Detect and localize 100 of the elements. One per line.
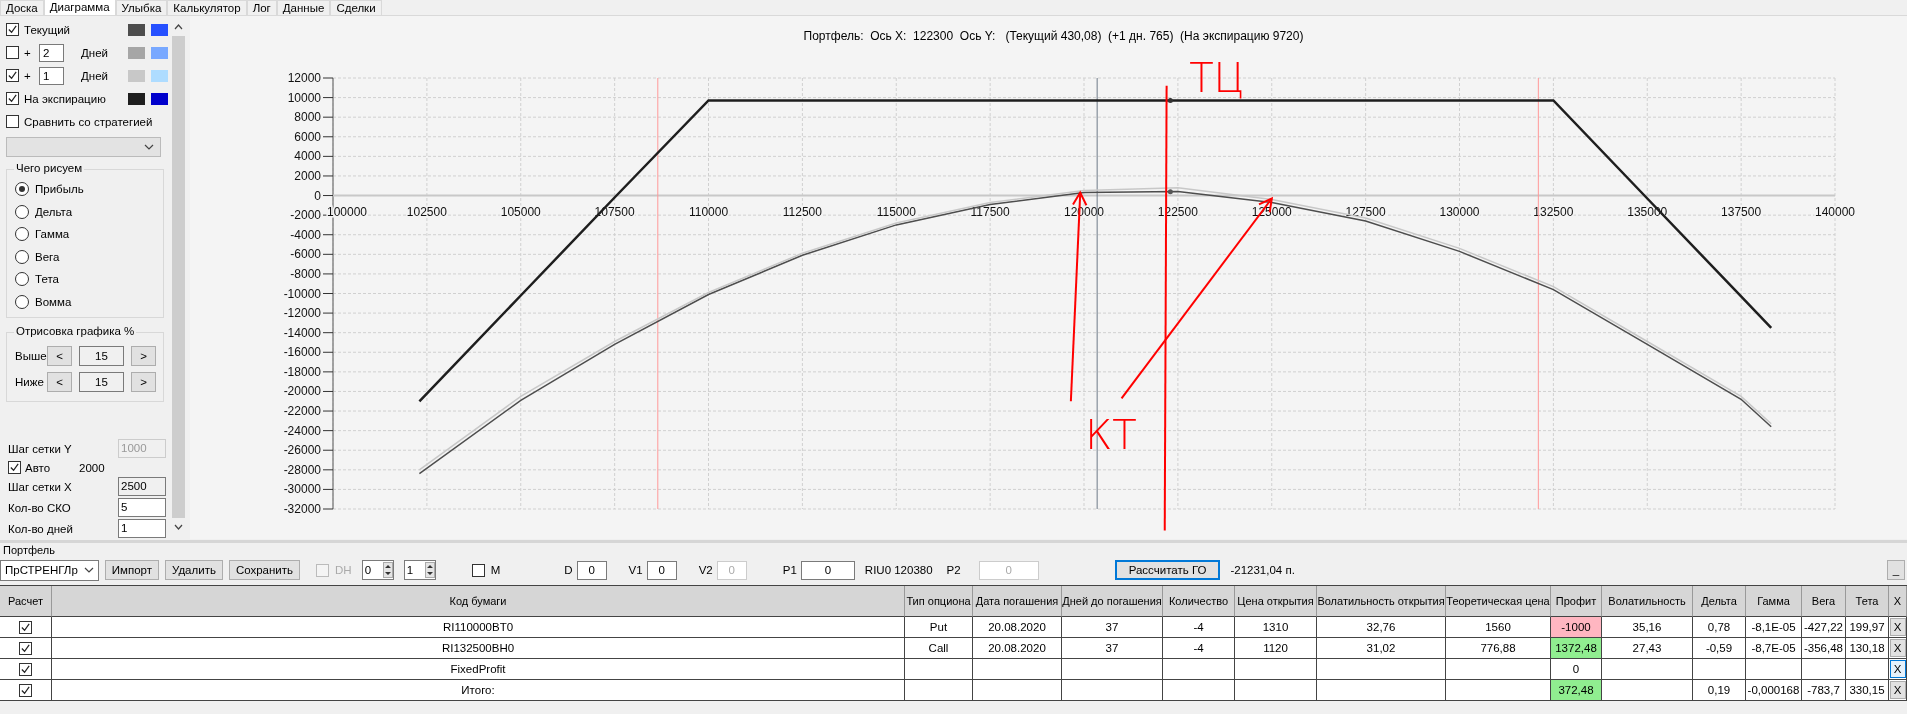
tab[interactable]: Доска xyxy=(0,0,44,15)
column-header[interactable]: Тета xyxy=(1846,586,1889,617)
table-cell xyxy=(1693,659,1746,680)
radio-button[interactable] xyxy=(15,294,29,309)
increase-button[interactable]: > xyxy=(131,346,156,366)
table-cell: 31,02 xyxy=(1317,638,1446,659)
days-field[interactable]: 2 xyxy=(39,43,64,62)
axis-label: 112500 xyxy=(782,204,822,219)
decrease-button[interactable]: < xyxy=(47,346,72,366)
number-spinner[interactable]: 0 xyxy=(361,560,394,580)
table-cell: -8,1E-05 xyxy=(1746,617,1802,638)
delete-button[interactable]: X xyxy=(1889,639,1906,657)
radio-button[interactable] xyxy=(15,204,29,219)
input-field[interactable]: 0 xyxy=(800,560,855,580)
axis-label: -2000 xyxy=(290,208,321,223)
toolbar-button[interactable]: Удалить xyxy=(165,560,223,580)
range-field[interactable]: 15 xyxy=(79,346,124,366)
table-cell: 372,48 xyxy=(1551,680,1602,701)
radio-button[interactable] xyxy=(15,227,29,242)
minimize-button[interactable]: _ xyxy=(1887,560,1905,580)
checkbox[interactable] xyxy=(6,115,19,128)
number-spinner[interactable]: 1 xyxy=(403,560,436,580)
tab[interactable]: Данные xyxy=(276,0,331,15)
column-header[interactable]: Волатильность открытия xyxy=(1317,586,1446,617)
column-header[interactable]: Дельта xyxy=(1693,586,1746,617)
color-swatch[interactable] xyxy=(151,92,168,105)
radio-label: Гамма xyxy=(35,228,70,241)
table-cell: 199,97 xyxy=(1846,617,1889,638)
checkbox[interactable] xyxy=(6,69,19,82)
column-header[interactable]: Код бумаги xyxy=(52,586,905,617)
chevron-down-icon[interactable] xyxy=(83,567,94,573)
tab[interactable]: Диаграмма xyxy=(43,0,116,15)
chevron-up-icon[interactable] xyxy=(173,24,183,30)
table-cell: -4 xyxy=(1163,638,1235,659)
radio-button[interactable] xyxy=(15,249,29,264)
increase-button[interactable]: > xyxy=(131,372,156,392)
color-swatch[interactable] xyxy=(151,69,168,82)
table-cell: 37 xyxy=(1062,638,1163,659)
range-field[interactable]: 15 xyxy=(79,372,124,392)
tab[interactable]: Улыбка xyxy=(115,0,168,15)
checkbox[interactable] xyxy=(19,662,32,676)
checkbox[interactable] xyxy=(6,23,19,36)
delete-button[interactable]: X xyxy=(1889,660,1906,678)
plus-sign: + xyxy=(24,46,32,59)
column-header[interactable]: Профит xyxy=(1551,586,1602,617)
decrease-button[interactable]: < xyxy=(47,372,72,392)
column-header[interactable]: Вега xyxy=(1802,586,1846,617)
color-swatch[interactable] xyxy=(128,69,145,82)
checkbox[interactable] xyxy=(19,641,32,655)
axis-label: 0 xyxy=(314,188,321,203)
delete-button[interactable]: X xyxy=(1889,618,1906,636)
checkbox[interactable] xyxy=(8,461,21,474)
column-header[interactable]: Гамма xyxy=(1746,586,1802,617)
axis-label: 132500 xyxy=(1533,204,1574,219)
table-cell: -783,7 xyxy=(1802,680,1846,701)
table-cell: 1310 xyxy=(1235,617,1317,638)
checkbox[interactable] xyxy=(471,563,485,577)
column-header[interactable]: Дней до погашения xyxy=(1062,586,1163,617)
color-swatch[interactable] xyxy=(128,23,145,36)
sko-field[interactable]: 5 xyxy=(118,498,166,517)
chevron-down-icon[interactable] xyxy=(173,524,183,530)
axis-label: 6000 xyxy=(294,129,321,144)
checkbox[interactable] xyxy=(6,46,19,59)
column-header[interactable]: Дата погашения xyxy=(973,586,1062,617)
column-header[interactable]: Количество xyxy=(1163,586,1235,617)
checkbox[interactable] xyxy=(19,620,32,634)
radio-button[interactable] xyxy=(15,182,29,197)
axis-label: 115000 xyxy=(876,204,916,219)
column-header[interactable]: Волатильность xyxy=(1602,586,1693,617)
input-field[interactable]: 0 xyxy=(646,560,677,580)
column-header[interactable]: X xyxy=(1889,586,1907,617)
table-cell: -427,22 xyxy=(1802,617,1846,638)
checkbox[interactable] xyxy=(19,683,32,697)
table-cell: 20.08.2020 xyxy=(973,617,1062,638)
color-swatch[interactable] xyxy=(128,92,145,105)
portfolio-dropdown[interactable]: ПрСТРЕНГЛр xyxy=(0,559,99,581)
checkbox[interactable] xyxy=(6,92,19,105)
days-field[interactable]: 1 xyxy=(39,66,64,85)
column-header[interactable]: Теоретическая цена xyxy=(1446,586,1551,617)
input-field[interactable]: 0 xyxy=(576,560,607,580)
column-header[interactable]: Цена открытия xyxy=(1235,586,1317,617)
radio-button[interactable] xyxy=(15,272,29,287)
column-header[interactable]: Расчет xyxy=(0,586,52,617)
column-header[interactable]: Тип опциона xyxy=(905,586,973,617)
table-cell: RI132500BH0 xyxy=(52,638,905,659)
tab[interactable]: Калькулятор xyxy=(167,0,247,15)
delete-button[interactable]: X xyxy=(1889,681,1906,699)
toolbar-button[interactable]: Рассчитать ГО xyxy=(1114,560,1221,580)
tab[interactable]: Лог xyxy=(246,0,277,15)
grid-step-field[interactable]: 2500 xyxy=(118,477,166,496)
color-swatch[interactable] xyxy=(151,23,168,36)
toolbar-button[interactable]: Импорт xyxy=(104,560,159,580)
color-swatch[interactable] xyxy=(151,46,168,59)
tab[interactable]: Сделки xyxy=(330,0,382,15)
days-count-field[interactable]: 1 xyxy=(118,519,166,538)
toolbar-button[interactable]: Сохранить xyxy=(228,560,301,580)
axis-label: 127500 xyxy=(1345,204,1386,219)
axis-label: 102500 xyxy=(406,204,447,219)
table-cell: 20.08.2020 xyxy=(973,638,1062,659)
color-swatch[interactable] xyxy=(128,46,145,59)
